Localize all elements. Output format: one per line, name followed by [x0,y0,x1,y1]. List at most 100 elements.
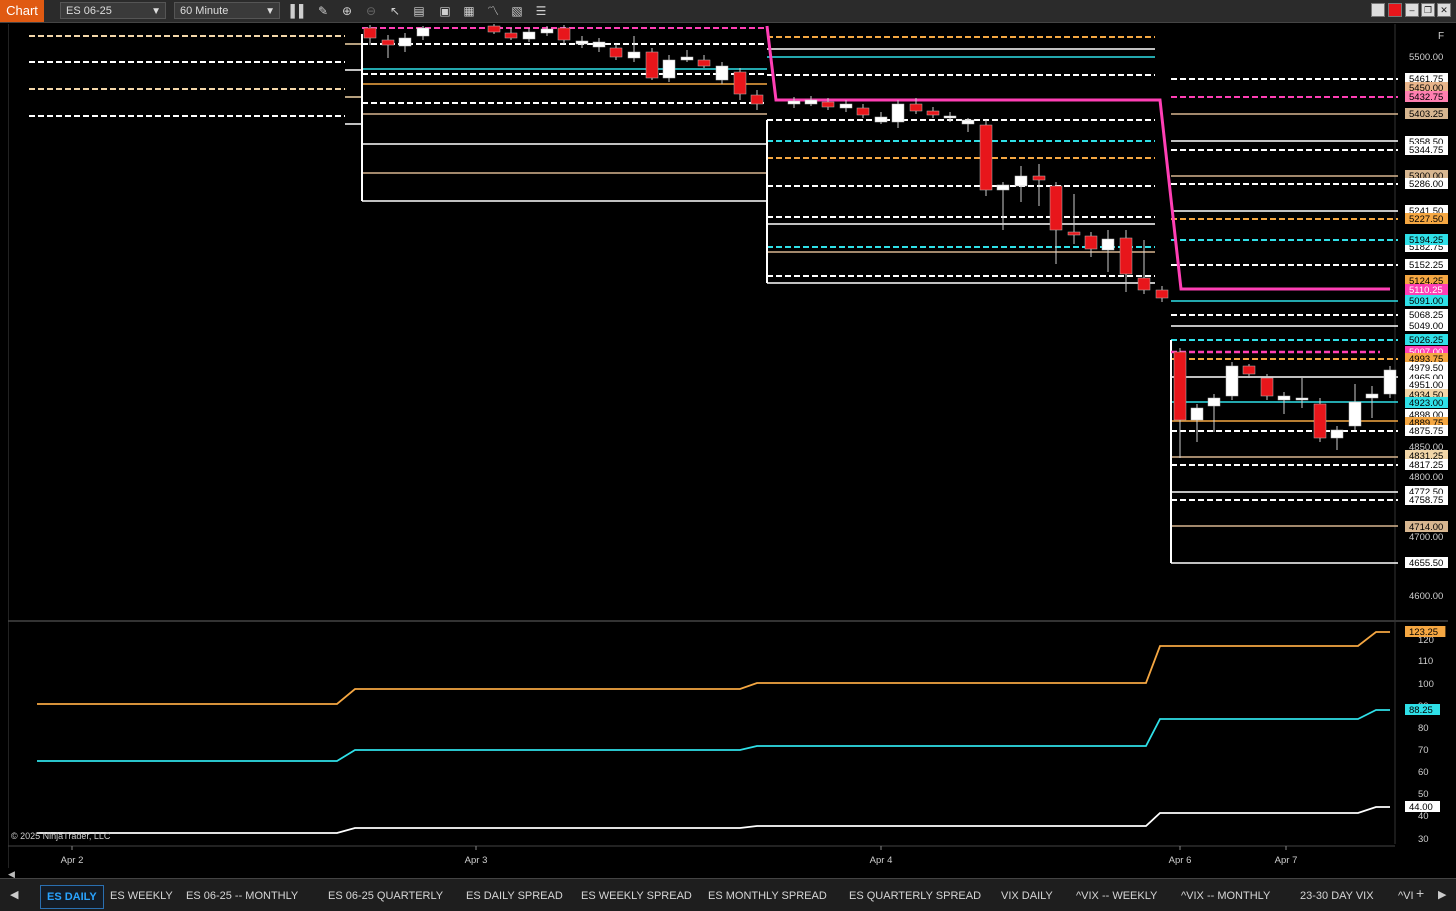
price-chart[interactable]: 5461.755450.005432.755403.255358.505344.… [8,24,1448,868]
tabs-scroll-left-icon[interactable]: ◀ [10,888,18,901]
link-color-button[interactable] [1388,3,1402,17]
up-candle [961,119,975,125]
price-tick-label: 4850.00 [1409,442,1443,453]
down-candle [645,51,659,79]
up-candle [522,31,536,40]
lower-tick-label: 60 [1418,767,1429,778]
chevron-down-icon: ▼ [151,6,161,17]
data-box-icon[interactable]: ▤ [410,2,428,20]
down-candle [1155,289,1169,299]
interval-selector[interactable]: 60 Minute ▼ [174,2,280,19]
price-marker-label: 5068.25 [1409,310,1443,321]
up-candle [416,27,430,37]
tab-es-06-25-quarterly[interactable]: ES 06-25 QUARTERLY [322,885,449,907]
time-label: Apr 4 [870,855,893,866]
up-candle [1330,429,1344,439]
up-candle [575,40,589,45]
close-button[interactable]: ✕ [1437,3,1451,17]
up-candle [592,41,606,48]
down-candle [856,107,870,116]
zoom-in-icon[interactable]: ⊕ [338,2,356,20]
up-candle [1277,395,1291,401]
down-candle [1119,237,1133,275]
templates-icon[interactable]: ▧ [508,2,526,20]
price-marker-label: 5227.50 [1409,214,1443,225]
tab-bar: ◀ ES DAILY ES WEEKLY ES 06-25 -- MONTHLY ES… [0,878,1456,911]
lower-tick-label: 100 [1418,679,1434,690]
white-series-line [37,806,1390,834]
price-marker-label: 5432.75 [1409,92,1443,103]
lower-tick-label: 80 [1418,723,1429,734]
tab-es-daily[interactable]: ES DAILY [40,885,104,909]
price-tick-label: 4600.00 [1409,591,1443,602]
up-candle [1014,175,1028,187]
time-label: Apr 7 [1275,855,1298,866]
properties-icon[interactable]: ▣ [436,2,454,20]
up-candle [996,184,1010,191]
tab-vix-monthly[interactable]: ^VIX -- MONTHLY [1175,885,1276,907]
tab-vix-daily[interactable]: VIX DAILY [995,885,1059,907]
down-candle [750,94,764,105]
minimize-button[interactable]: – [1405,3,1419,17]
tab-es-quarterly-spread[interactable]: ES QUARTERLY SPREAD [843,885,987,907]
price-marker-label: 4655.50 [1409,558,1443,569]
add-tab-button[interactable]: + [1416,885,1424,901]
zoom-out-icon[interactable]: ⊖ [362,2,380,20]
up-candle [839,103,853,109]
up-candle [1365,393,1379,399]
price-marker-label: 5194.25 [1409,235,1443,246]
up-candle [1207,397,1221,407]
tab-vix-weekly[interactable]: ^VIX -- WEEKLY [1070,885,1163,907]
up-candle [715,65,729,81]
chart-area[interactable]: 5461.75 5450.00 5432.75 5403.25 5358.50 5344.… [8,24,1448,868]
draw-pencil-icon[interactable]: ✎ [314,2,332,20]
strategies-icon[interactable]: ▦ [460,2,478,20]
up-candle [540,28,554,34]
up-candle [627,51,641,59]
list-icon[interactable]: ☰ [532,2,550,20]
lower-marker-label: 44.00 [1409,802,1433,813]
tab-es-06-25-monthly[interactable]: ES 06-25 -- MONTHLY [180,885,304,907]
up-candle [787,100,801,105]
time-label: Apr 6 [1169,855,1192,866]
tabs-scroll-right-icon[interactable]: ▶ [1438,888,1446,901]
down-candle [381,39,395,46]
indicators-icon[interactable]: 〽 [484,2,502,20]
down-candle [504,32,518,39]
maximize-button[interactable]: ❐ [1421,3,1435,17]
down-candle [487,25,501,33]
price-tick-label: 5500.00 [1409,52,1443,63]
instrument-selector[interactable]: ES 06-25 ▼ [60,2,166,19]
bar-type-icon[interactable]: ▌▌ [290,2,308,20]
up-candle [662,59,676,79]
tab-es-daily-spread[interactable]: ES DAILY SPREAD [460,885,569,907]
tab-23-30-day-vix[interactable]: 23-30 DAY VIX [1294,885,1380,907]
tab-es-weekly[interactable]: ES WEEKLY [104,885,179,907]
up-candle [1295,397,1309,401]
time-label: Apr 2 [61,855,84,866]
down-candle [363,27,377,39]
cyan-series-line [37,709,1390,762]
window-color-button[interactable] [1371,3,1385,17]
up-candle [1190,407,1204,421]
price-marker-label: 5403.25 [1409,109,1443,120]
time-label: Apr 3 [465,855,488,866]
tab-es-weekly-spread[interactable]: ES WEEKLY SPREAD [575,885,698,907]
down-candle [1313,403,1327,439]
up-candle [1383,369,1397,395]
lower-tick-label: 110 [1418,656,1433,667]
pointer-icon[interactable]: ↖ [386,2,404,20]
down-candle [1067,231,1081,236]
down-candle [1242,365,1256,375]
price-marker-label: 4758.75 [1409,495,1443,506]
tab-es-monthly-spread[interactable]: ES MONTHLY SPREAD [702,885,833,907]
lower-marker-label: 88.25 [1409,705,1433,716]
up-candle [1348,401,1362,427]
price-marker-label: 4923.00 [1409,398,1443,409]
price-marker-label: 5026.25 [1409,335,1443,346]
orange-series-line [37,631,1390,705]
down-candle [1260,377,1274,397]
price-tick-label: 4800.00 [1409,472,1443,483]
down-candle [979,124,993,191]
up-candle [943,115,957,119]
